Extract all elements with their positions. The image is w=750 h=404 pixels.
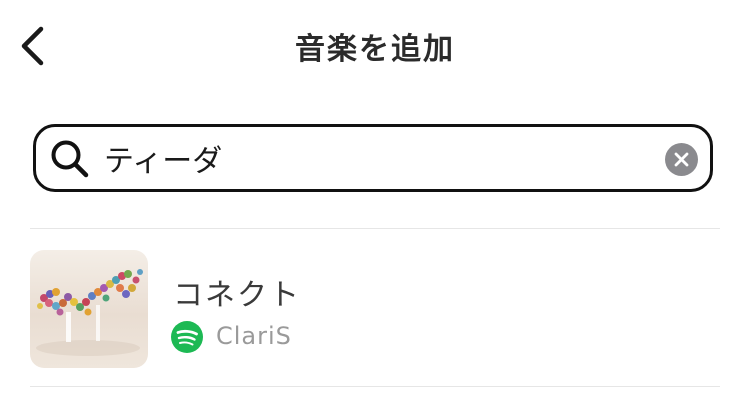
search-icon bbox=[51, 140, 89, 178]
search-input[interactable] bbox=[104, 135, 644, 181]
divider bbox=[30, 386, 720, 387]
spotify-icon bbox=[171, 321, 203, 353]
song-title: コネクト bbox=[173, 278, 301, 313]
clear-icon bbox=[674, 152, 689, 167]
clear-search-button[interactable] bbox=[665, 143, 698, 176]
divider bbox=[30, 228, 720, 229]
page-title: 音楽を追加 bbox=[295, 32, 455, 67]
artist-name: ClariS bbox=[216, 322, 292, 350]
search-bar[interactable] bbox=[33, 124, 713, 192]
album-art bbox=[30, 250, 148, 368]
album-art-image bbox=[36, 269, 143, 356]
header: 音楽を追加 bbox=[0, 0, 750, 92]
song-result-item[interactable]: コネクト ClariS bbox=[30, 250, 720, 368]
